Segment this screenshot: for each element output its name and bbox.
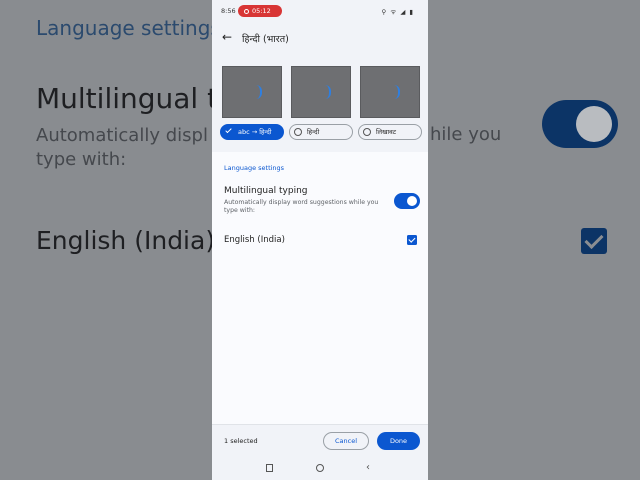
loading-spinner-icon [325, 85, 331, 99]
layout-preview-card[interactable] [291, 66, 351, 118]
back-arrow-icon[interactable]: ← [222, 30, 232, 44]
action-bar: 1 selected Cancel Done [212, 424, 428, 456]
recents-icon[interactable] [266, 464, 273, 472]
loading-spinner-icon [394, 85, 400, 99]
recording-indicator[interactable]: 05:12 [238, 5, 282, 17]
layout-chip-hindi[interactable]: हिन्दी [289, 124, 353, 140]
status-bar: 8:56 05:12 ⚲ ᯤ ◢ ▮ [212, 0, 428, 22]
bg-heading: Multilingual ty [36, 82, 235, 115]
radio-icon [363, 128, 371, 136]
app-bar: ← हिन्दी (भारत) [212, 22, 428, 54]
bg-section-title: Language settings [36, 16, 221, 40]
nav-back-icon[interactable]: ‹ [366, 462, 370, 473]
section-title: Language settings [224, 164, 285, 172]
home-icon[interactable] [316, 464, 324, 472]
english-india-checkbox[interactable] [407, 235, 417, 245]
record-icon [244, 8, 249, 14]
layout-preview-card[interactable] [360, 66, 420, 118]
cancel-button[interactable]: Cancel [323, 432, 369, 450]
status-icons: ⚲ ᯤ ◢ ▮ [381, 8, 414, 16]
page-title: हिन्दी (भारत) [242, 34, 289, 45]
multilingual-description: Automatically display word suggestions w… [224, 199, 379, 214]
language-english-india: English (India) [224, 235, 285, 245]
multilingual-toggle[interactable] [394, 193, 420, 209]
status-time: 8:56 [221, 7, 236, 15]
phone-screen: 8:56 05:12 ⚲ ᯤ ◢ ▮ ← हिन्दी (भारत) abc →… [212, 0, 428, 480]
done-button[interactable]: Done [377, 432, 420, 450]
layout-preview-card[interactable] [222, 66, 282, 118]
bg-checkbox [581, 228, 607, 254]
bg-description-right: hile you [430, 124, 502, 145]
check-icon [225, 126, 232, 134]
loading-spinner-icon [256, 85, 262, 99]
keyboard-layout-picker: abc → हिन्दी हिन्दी लिखावट [212, 66, 428, 142]
multilingual-title: Multilingual typing [224, 186, 308, 196]
bg-description: Automatically displ type with: [36, 125, 208, 170]
selected-count: 1 selected [224, 437, 258, 445]
layout-chip-handwriting[interactable]: लिखावट [358, 124, 422, 140]
layout-chip-transliteration[interactable]: abc → हिन्दी [220, 124, 284, 140]
radio-icon [294, 128, 302, 136]
bg-language: English (India) [36, 226, 216, 255]
bg-toggle-switch [542, 100, 618, 148]
language-settings-panel: Language settings Multilingual typing Au… [212, 152, 428, 424]
system-nav-bar: ‹ [212, 456, 428, 480]
toggle-knob [407, 196, 417, 206]
